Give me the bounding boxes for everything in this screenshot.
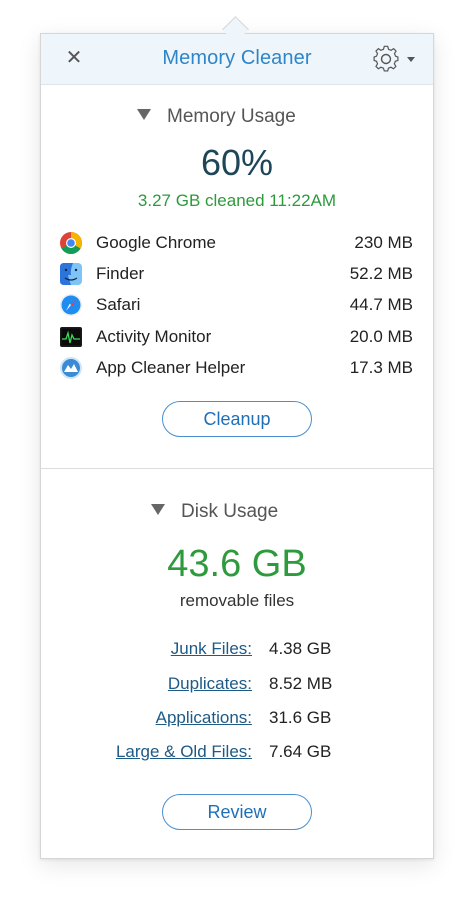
safari-icon — [60, 294, 82, 316]
disk-row-duplicates: Duplicates: 8.52 MB — [41, 674, 433, 698]
header-bar: ✕ Memory Cleaner — [41, 34, 433, 85]
disk-row-applications: Applications: 31.6 GB — [41, 708, 433, 732]
app-memory-size: 230 MB — [354, 233, 413, 252]
memory-usage-label: Memory Usage — [167, 106, 296, 127]
disclosure-triangle-icon — [137, 109, 151, 121]
settings-button[interactable] — [371, 43, 419, 75]
section-divider — [41, 468, 433, 469]
app-memory-size: 17.3 MB — [349, 358, 413, 377]
app-name: Google Chrome — [96, 233, 217, 252]
chrome-icon — [60, 232, 82, 254]
app-name: App Cleaner Helper — [96, 358, 246, 377]
app-row-finder[interactable]: Finder 52.2 MB — [59, 260, 413, 288]
applications-value: 31.6 GB — [269, 708, 332, 727]
app-memory-size: 44.7 MB — [349, 295, 413, 314]
cleanup-button[interactable]: Cleanup — [162, 401, 312, 437]
app-row-safari[interactable]: Safari 44.7 MB — [59, 291, 413, 319]
junk-files-link[interactable]: Junk Files: — [171, 639, 252, 659]
disk-usage-label: Disk Usage — [181, 501, 279, 522]
review-button[interactable]: Review — [162, 794, 312, 830]
disk-removable-total: 43.6 GB — [167, 543, 307, 585]
disclosure-triangle-icon — [151, 504, 165, 516]
app-memory-size: 20.0 MB — [349, 327, 413, 346]
large-old-files-link[interactable]: Large & Old Files: — [116, 742, 252, 762]
app-row-app-cleaner-helper[interactable]: App Cleaner Helper 17.3 MB — [59, 354, 413, 382]
activity-monitor-icon — [60, 327, 82, 347]
junk-files-value: 4.38 GB — [269, 639, 332, 658]
app-row-google-chrome[interactable]: Google Chrome 230 MB — [59, 229, 413, 257]
memory-cleaner-popover: ✕ Memory Cleaner Memory Usage 60% 3.27 G… — [40, 33, 434, 859]
applications-link[interactable]: Applications: — [156, 708, 252, 728]
disk-row-junk-files: Junk Files: 4.38 GB — [41, 639, 433, 663]
app-memory-size: 52.2 MB — [349, 264, 413, 283]
memory-cleaned-status: 3.27 GB cleaned 11:22AM — [137, 191, 337, 210]
removable-files-caption: removable files — [179, 591, 295, 610]
app-name: Safari — [96, 295, 141, 314]
finder-icon — [60, 263, 82, 285]
app-cleaner-helper-icon — [60, 357, 82, 379]
memory-usage-toggle[interactable]: Memory Usage — [137, 106, 296, 128]
gear-icon — [373, 45, 415, 72]
disk-usage-toggle[interactable]: Disk Usage — [151, 501, 278, 523]
disk-row-large-old-files: Large & Old Files: 7.64 GB — [41, 742, 433, 766]
large-old-files-value: 7.64 GB — [269, 742, 332, 761]
app-name: Activity Monitor — [96, 327, 212, 346]
duplicates-link[interactable]: Duplicates: — [168, 674, 252, 694]
duplicates-value: 8.52 MB — [269, 674, 333, 693]
app-name: Finder — [96, 264, 145, 283]
memory-usage-percent: 60% — [200, 142, 274, 183]
app-row-activity-monitor[interactable]: Activity Monitor 20.0 MB — [59, 323, 413, 351]
